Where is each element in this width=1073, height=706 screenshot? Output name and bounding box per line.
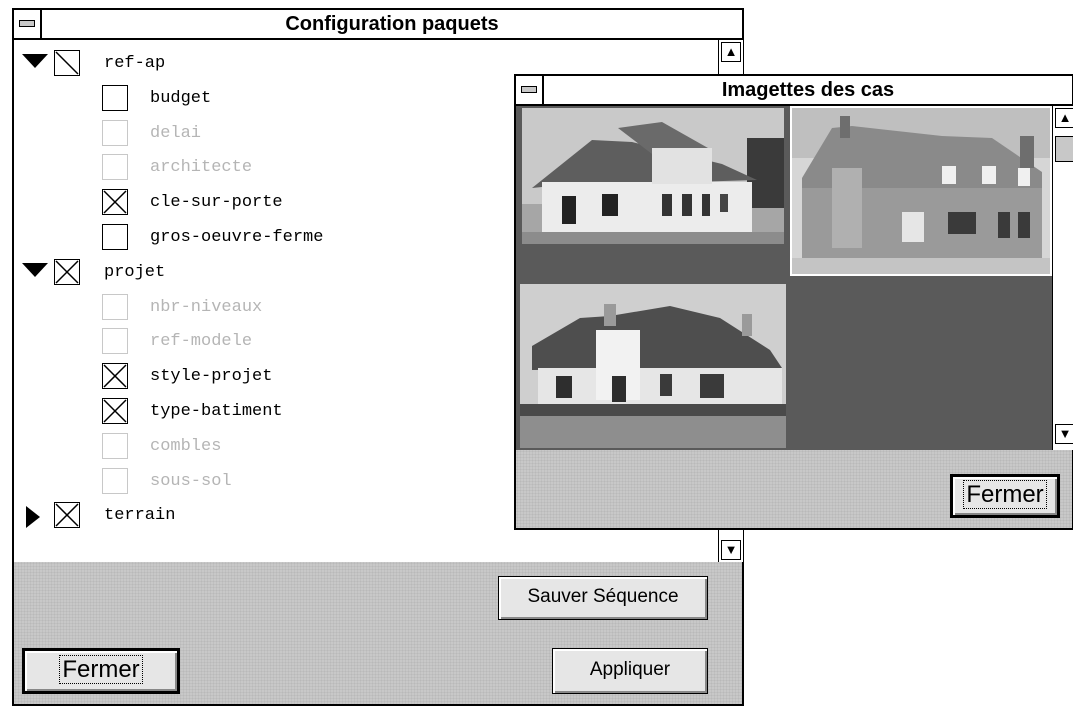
scroll-down-icon[interactable]: ▼ <box>721 540 741 560</box>
checkbox[interactable] <box>102 363 128 390</box>
apply-button[interactable]: Appliquer <box>552 648 708 694</box>
house-thumbnail-2[interactable] <box>790 106 1052 276</box>
checkbox[interactable] <box>54 258 80 285</box>
checkbox <box>102 119 128 146</box>
house-photo-1 <box>522 108 784 244</box>
checkbox[interactable] <box>54 502 80 529</box>
scroll-up-icon[interactable]: ▲ <box>721 42 741 62</box>
tree-item-label: projet <box>104 262 166 282</box>
tree-item-label: combles <box>150 436 222 456</box>
house-photo-2 <box>792 108 1050 274</box>
save-sequence-button[interactable]: Sauver Séquence <box>498 576 708 620</box>
thumbnails-close-button[interactable]: Fermer <box>950 474 1060 518</box>
tree-item-label: delai <box>150 123 202 143</box>
checkbox <box>102 293 128 320</box>
expanded-triangle-icon[interactable] <box>22 54 48 74</box>
thumbnails-close-label: Fermer <box>963 480 1047 509</box>
tree-item-label: cle-sur-porte <box>150 193 283 213</box>
tree-item-label: budget <box>150 88 212 108</box>
thumbnails-scrollbar[interactable]: ▲ ▼ <box>1052 106 1073 450</box>
expanded-triangle-icon[interactable] <box>22 262 48 283</box>
close-button[interactable]: Fermer <box>22 648 180 694</box>
tree-item-label: style-projet <box>150 367 273 387</box>
collapsed-triangle-icon[interactable] <box>26 506 40 534</box>
checkbox[interactable] <box>102 189 128 216</box>
house-thumbnail-3[interactable] <box>520 284 786 448</box>
tree-item-label: gros-oeuvre-ferme <box>150 228 324 247</box>
thumbnails-window: Imagettes des cas ▲ ▼ Fermer <box>514 74 1073 530</box>
checkbox <box>102 328 128 355</box>
scroll-down-icon[interactable]: ▼ <box>1055 424 1073 444</box>
close-label: Fermer <box>59 655 143 684</box>
checkbox[interactable] <box>102 398 128 424</box>
tree-item-label: architecte <box>150 158 253 178</box>
tree-item-label: type-batiment <box>150 402 283 421</box>
apply-label: Appliquer <box>589 659 671 680</box>
scroll-thumb[interactable] <box>1055 136 1073 162</box>
checkbox[interactable] <box>102 224 128 250</box>
config-titlebar[interactable]: Configuration paquets <box>14 10 742 40</box>
tree-item-label: terrain <box>104 506 176 526</box>
thumbnails-window-title: Imagettes des cas <box>721 79 895 101</box>
thumbnails-titlebar[interactable]: Imagettes des cas <box>516 76 1072 106</box>
tree-item-label: ref-ap <box>104 54 166 73</box>
thumbnails-button-panel: Fermer <box>516 450 1072 528</box>
checkbox <box>102 154 128 181</box>
checkbox[interactable] <box>102 84 128 111</box>
checkbox <box>102 432 128 459</box>
config-window-title: Configuration paquets <box>285 13 499 35</box>
checkbox <box>102 467 128 494</box>
tree-item-label: sous-sol <box>150 471 232 491</box>
checkbox[interactable] <box>54 50 80 76</box>
tree-item-label: nbr-niveaux <box>150 297 263 317</box>
house-thumbnail-1[interactable] <box>522 108 784 244</box>
tree-item-label: ref-modele <box>150 332 253 352</box>
config-button-panel: Sauver Séquence Fermer Appliquer <box>14 562 742 704</box>
scroll-up-icon[interactable]: ▲ <box>1055 108 1073 128</box>
system-menu-icon[interactable] <box>516 76 544 104</box>
thumbnail-grid <box>516 106 1052 450</box>
save-sequence-label: Sauver Séquence <box>527 586 679 607</box>
system-menu-icon[interactable] <box>14 10 42 38</box>
house-photo-3 <box>520 284 786 448</box>
